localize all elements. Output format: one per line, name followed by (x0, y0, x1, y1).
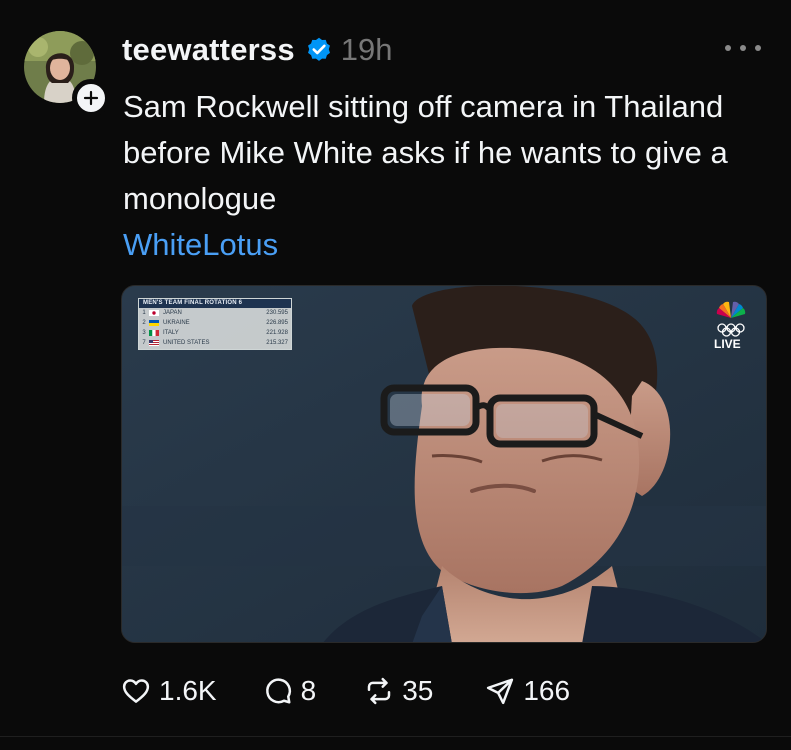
post-divider (0, 736, 791, 737)
repost-icon (367, 677, 391, 705)
verified-badge-icon (307, 37, 330, 61)
post-text: Sam Rockwell sitting off camera in Thail… (123, 89, 728, 216)
dot-icon (740, 45, 746, 51)
follow-button[interactable] (72, 79, 110, 117)
repost-button[interactable]: 35 (364, 675, 433, 707)
username[interactable]: teewatterss (122, 32, 295, 68)
send-icon (487, 678, 514, 705)
usa-flag-icon (149, 340, 159, 346)
live-label: LIVE (714, 337, 741, 351)
scoreboard-score: 215.327 (266, 340, 288, 346)
share-count: 166 (523, 675, 571, 706)
plus-icon (83, 90, 99, 106)
repost-count: 35 (402, 675, 434, 706)
scoreboard-overlay: MEN'S TEAM FINAL ROTATION 6 1 JAPAN 230.… (138, 298, 292, 350)
topic-tag-link[interactable]: WhiteLotus (123, 222, 278, 268)
heart-icon (122, 679, 150, 703)
scoreboard-score: 221.928 (266, 330, 288, 336)
scoreboard-rank: 1 (142, 310, 146, 316)
scoreboard-rank: 7 (142, 340, 146, 346)
like-count: 1.6K (159, 675, 217, 706)
action-bar: 1.6K 8 35 166 (121, 670, 570, 712)
like-button[interactable]: 1.6K (121, 675, 217, 707)
avatar-container[interactable] (24, 31, 110, 117)
comment-icon (265, 678, 291, 704)
thread-post: teewatterss 19h Sam Rockwell sitting off… (0, 0, 791, 740)
scoreboard-country: UKRAINE (163, 320, 190, 326)
reply-count: 8 (300, 675, 317, 706)
scoreboard-country: ITALY (163, 330, 179, 336)
japan-flag-icon (149, 310, 159, 316)
scoreboard-score: 226.895 (266, 320, 288, 326)
share-button[interactable]: 166 (485, 675, 570, 707)
more-options-button[interactable] (725, 38, 761, 58)
scoreboard-row: 3 ITALY 221.928 (139, 328, 291, 338)
italy-flag-icon (149, 330, 159, 336)
reply-button[interactable]: 8 (263, 675, 317, 707)
scoreboard-row: 1 JAPAN 230.595 (139, 308, 291, 318)
dot-icon (725, 45, 731, 51)
scoreboard-row: 2 UKRAINE 226.895 (139, 318, 291, 328)
scoreboard-rank: 3 (142, 330, 146, 336)
scoreboard-country: UNITED STATES (163, 340, 210, 346)
scoreboard-rank: 2 (142, 320, 146, 326)
scoreboard-row: 7 UNITED STATES 215.327 (139, 338, 291, 348)
post-header: teewatterss 19h (122, 30, 393, 70)
ukraine-flag-icon (149, 320, 159, 326)
dot-icon (755, 45, 761, 51)
scoreboard-score: 230.595 (266, 310, 288, 316)
scoreboard-country: JAPAN (163, 310, 182, 316)
scoreboard-title: MEN'S TEAM FINAL ROTATION 6 (139, 299, 291, 308)
post-image[interactable]: MEN'S TEAM FINAL ROTATION 6 1 JAPAN 230.… (121, 285, 767, 643)
post-timestamp[interactable]: 19h (341, 32, 393, 68)
